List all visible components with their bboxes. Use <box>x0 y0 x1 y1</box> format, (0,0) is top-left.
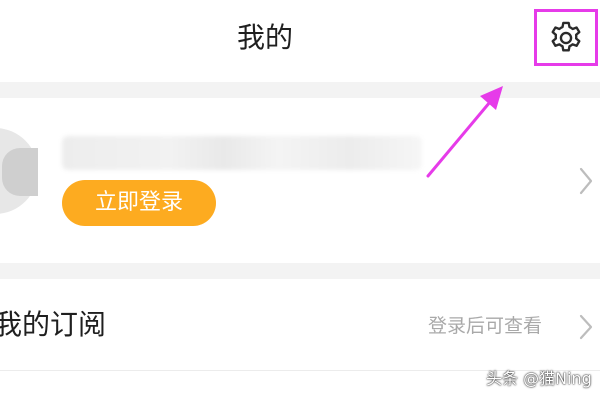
avatar-placeholder <box>2 148 38 196</box>
section-separator <box>0 263 600 279</box>
settings-button[interactable] <box>534 9 598 66</box>
avatar-icon[interactable] <box>0 128 38 214</box>
watermark: 头条 @猫Ning <box>486 369 592 388</box>
my-subscription-row[interactable]: 我的订阅 登录后可查看 <box>0 279 600 371</box>
subscription-hint: 登录后可查看 <box>428 315 543 337</box>
subscription-label: 我的订阅 <box>0 308 107 341</box>
blurred-username <box>62 136 422 170</box>
page-title: 我的 <box>236 21 293 54</box>
section-separator <box>0 82 600 98</box>
login-button[interactable]: 立即登录 <box>62 180 216 226</box>
top-header: 我的 <box>0 0 600 82</box>
chevron-right-icon <box>579 314 593 340</box>
chevron-right-icon[interactable] <box>578 166 594 196</box>
gear-icon <box>551 21 581 52</box>
profile-card[interactable]: 立即登录 <box>0 98 600 263</box>
app-screen: 我的 立即登录 我的订阅 登录后可查看 头条 @猫Ning <box>0 0 600 400</box>
